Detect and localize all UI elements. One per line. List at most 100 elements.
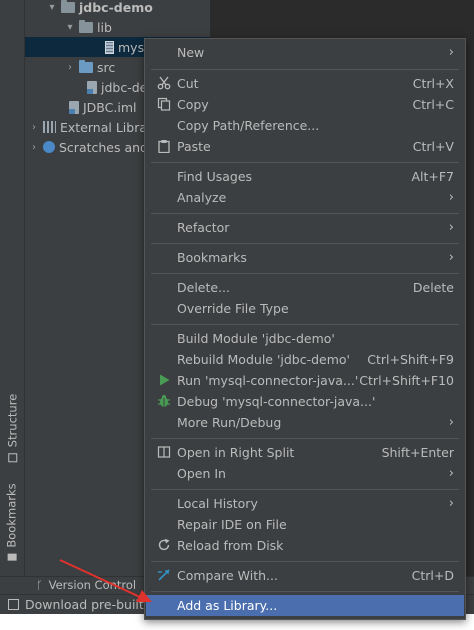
menu-item-shortcut: Ctrl+Shift+F9 — [367, 352, 454, 367]
menu-separator — [151, 324, 459, 325]
chevron-right-icon: › — [448, 45, 454, 60]
menu-item-label: Open In — [177, 466, 226, 481]
menu-item-open-in[interactable]: Open In › — [146, 463, 464, 484]
debug-bug-icon — [157, 394, 171, 408]
menu-item-label: Run 'mysql-connector-java...' — [177, 373, 359, 388]
chevron-down-icon[interactable]: ▾ — [65, 22, 75, 33]
left-tool-strip: Structure Bookmarks — [0, 0, 25, 576]
structure-tab[interactable]: Structure — [2, 392, 22, 464]
bookmark-icon — [7, 553, 17, 561]
version-control-tab[interactable]: ᚴ Version Control — [36, 578, 136, 592]
tree-node-external-libraries[interactable]: › External Libra — [29, 117, 147, 137]
menu-item-new[interactable]: New › — [146, 42, 464, 63]
chevron-right-icon: › — [448, 190, 454, 205]
reload-icon — [157, 538, 171, 552]
tree-node-label: mys — [118, 39, 145, 55]
structure-icon — [7, 453, 17, 463]
tool-window-toggle-icon[interactable] — [8, 599, 19, 610]
module-file-icon — [87, 80, 97, 94]
compare-arrows-icon — [157, 568, 171, 582]
iml-file-icon — [69, 100, 79, 114]
menu-item-label: Paste — [177, 139, 211, 154]
menu-separator — [151, 489, 459, 490]
chevron-down-icon[interactable]: ▾ — [47, 2, 57, 13]
bookmarks-tab[interactable]: Bookmarks — [2, 478, 22, 566]
menu-item-more-run-debug[interactable]: More Run/Debug › — [146, 412, 464, 433]
menu-item-delete[interactable]: Delete... Delete — [146, 277, 464, 298]
menu-item-label: Analyze — [177, 190, 227, 205]
menu-item-debug[interactable]: Debug 'mysql-connector-java...' — [146, 391, 464, 412]
tree-node-label: jdbc-de — [101, 79, 148, 95]
tree-node-lib[interactable]: ▾ lib — [65, 17, 112, 37]
context-menu: New › Cut Ctrl+X Copy Ctrl+C Copy Path/R… — [144, 38, 466, 620]
menu-item-paste[interactable]: Paste Ctrl+V — [146, 136, 464, 157]
menu-item-find-usages[interactable]: Find Usages Alt+F7 — [146, 166, 464, 187]
menu-item-repair-ide[interactable]: Repair IDE on File — [146, 514, 464, 535]
menu-separator — [151, 243, 459, 244]
menu-item-open-right-split[interactable]: Open in Right Split Shift+Enter — [146, 442, 464, 463]
menu-item-label: More Run/Debug — [177, 415, 282, 430]
menu-item-shortcut: Ctrl+C — [412, 97, 454, 112]
menu-item-rebuild-module[interactable]: Rebuild Module 'jdbc-demo' Ctrl+Shift+F9 — [146, 349, 464, 370]
menu-item-local-history[interactable]: Local History › — [146, 493, 464, 514]
menu-item-shortcut: Ctrl+D — [411, 568, 454, 583]
source-folder-icon — [79, 59, 93, 73]
menu-item-analyze[interactable]: Analyze › — [146, 187, 464, 208]
menu-item-cut[interactable]: Cut Ctrl+X — [146, 73, 464, 94]
menu-item-bookmarks[interactable]: Bookmarks › — [146, 247, 464, 268]
tree-node-label: lib — [97, 19, 112, 35]
menu-item-label: Rebuild Module 'jdbc-demo' — [177, 352, 350, 367]
menu-item-label: Add as Library... — [177, 598, 278, 613]
chevron-right-icon: › — [448, 415, 454, 430]
folder-icon — [79, 19, 93, 33]
version-control-label: Version Control — [48, 578, 137, 592]
split-view-icon — [157, 445, 171, 459]
chevron-right-icon[interactable]: › — [65, 62, 75, 73]
clipboard-icon — [157, 139, 171, 153]
menu-item-refactor[interactable]: Refactor › — [146, 217, 464, 238]
chevron-right-icon: › — [448, 220, 454, 235]
chevron-right-icon: › — [448, 250, 454, 265]
menu-item-compare-with[interactable]: Compare With... Ctrl+D — [146, 565, 464, 586]
run-icon — [157, 373, 171, 387]
status-message[interactable]: Download pre-built — [25, 597, 144, 612]
menu-item-label: Refactor — [177, 220, 230, 235]
menu-item-label: Find Usages — [177, 169, 253, 184]
tree-node-src[interactable]: › src — [65, 57, 115, 77]
chevron-right-icon: › — [448, 496, 454, 511]
menu-item-copy[interactable]: Copy Ctrl+C — [146, 94, 464, 115]
menu-item-build-module[interactable]: Build Module 'jdbc-demo' — [146, 328, 464, 349]
menu-item-shortcut: Ctrl+V — [412, 139, 454, 154]
tree-node-label: src — [97, 59, 116, 75]
menu-separator — [151, 273, 459, 274]
menu-item-label: Local History — [177, 496, 258, 511]
library-icon — [43, 121, 56, 133]
module-folder-icon — [61, 0, 75, 13]
bookmarks-tab-label: Bookmarks — [5, 483, 19, 548]
menu-item-shortcut: Alt+F7 — [411, 169, 454, 184]
tree-node-jdbc-demo[interactable]: ▾ jdbc-demo — [47, 0, 153, 17]
menu-item-label: Repair IDE on File — [177, 517, 287, 532]
menu-separator — [151, 162, 459, 163]
tree-node-label: Scratches and — [59, 139, 148, 155]
menu-item-label: Delete... — [177, 280, 230, 295]
menu-item-run[interactable]: Run 'mysql-connector-java...' Ctrl+Shift… — [146, 370, 464, 391]
chevron-right-icon[interactable]: › — [29, 122, 39, 133]
tree-node-label: jdbc-demo — [79, 0, 153, 15]
tree-node-jdbc-iml[interactable]: JDBC.iml — [69, 97, 137, 117]
menu-item-label: Bookmarks — [177, 250, 247, 265]
menu-item-copy-path[interactable]: Copy Path/Reference... — [146, 115, 464, 136]
menu-item-reload-from-disk[interactable]: Reload from Disk — [146, 535, 464, 556]
scratches-icon — [43, 141, 55, 153]
menu-item-add-as-library[interactable]: Add as Library... — [146, 595, 464, 616]
chevron-right-icon[interactable]: › — [29, 142, 39, 153]
menu-separator — [151, 213, 459, 214]
menu-separator — [151, 561, 459, 562]
menu-item-shortcut: Shift+Enter — [381, 445, 454, 460]
menu-item-override-file-type[interactable]: Override File Type — [146, 298, 464, 319]
menu-item-shortcut: Ctrl+Shift+F10 — [359, 373, 454, 388]
tree-node-scratches[interactable]: › Scratches and — [29, 137, 148, 157]
scissors-icon — [157, 76, 171, 90]
menu-item-label: Open in Right Split — [177, 445, 295, 460]
tree-node-jdbc-file[interactable]: jdbc-de — [87, 77, 147, 97]
